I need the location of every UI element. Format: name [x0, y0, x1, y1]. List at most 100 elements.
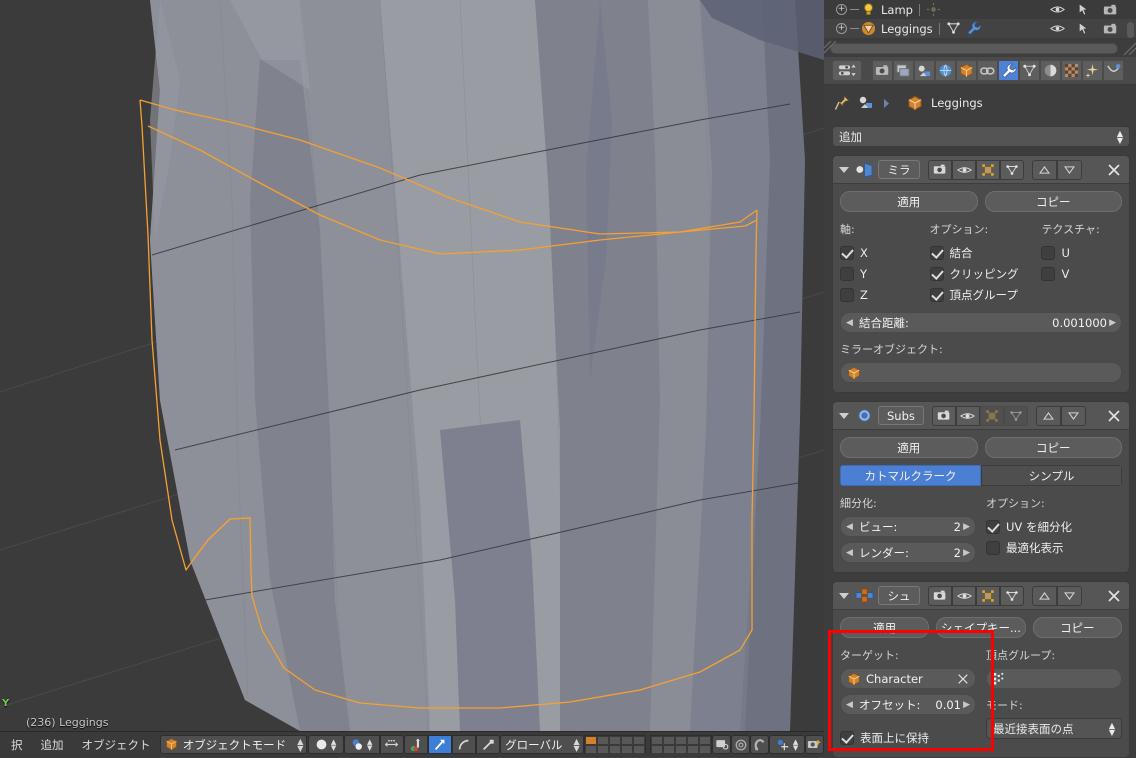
pivot-group[interactable]: ▲ ▼	[343, 735, 404, 754]
eye-visibility-icon[interactable]	[1050, 4, 1065, 15]
snap-target-group[interactable]: ▲ ▼	[769, 735, 806, 754]
clipping-checkbox[interactable]	[929, 266, 944, 281]
edit-mode-toggle[interactable]	[979, 405, 1004, 426]
move-up-button[interactable]	[1032, 585, 1057, 606]
modifier-display-toggles[interactable]	[928, 585, 1024, 606]
layer-cell[interactable]	[584, 745, 597, 754]
layer-cell[interactable]	[584, 736, 597, 745]
tab-material[interactable]	[1040, 60, 1061, 81]
proportional-edit-button[interactable]	[731, 735, 751, 754]
layer-cell[interactable]	[698, 736, 711, 745]
scene-icon[interactable]	[858, 95, 874, 111]
vertex-group-checkbox[interactable]	[929, 287, 944, 302]
tab-scene[interactable]	[914, 60, 935, 81]
texture-u-checkbox[interactable]	[1041, 245, 1056, 260]
menu-select[interactable]: 択	[2, 737, 32, 753]
layer-cell[interactable]	[620, 736, 633, 745]
axis-x-checkbox[interactable]	[840, 245, 854, 260]
catmull-clark-option[interactable]: カトマルクラーク	[840, 465, 981, 486]
tab-render[interactable]	[872, 60, 893, 81]
apply-button[interactable]: 適用	[840, 437, 978, 458]
modifier-name-field[interactable]: シュ	[878, 586, 920, 605]
collapse-triangle-icon[interactable]	[839, 166, 849, 173]
decrement-arrow-icon[interactable]: ◀	[846, 548, 853, 558]
wrench-modifier-icon[interactable]	[966, 21, 982, 36]
viewport-header-bar[interactable]: 択 追加 オブジェクト オブジェクトモード ▲ ▼ ▲ ▼ ▲ ▼ グローバル …	[0, 731, 825, 757]
shading-group[interactable]: ▲ ▼	[307, 735, 344, 754]
layer-cell[interactable]	[632, 736, 645, 745]
texture-v-checkbox[interactable]	[1041, 266, 1056, 281]
edit-mode-toggle[interactable]	[976, 585, 1000, 606]
axis-z-checkbox[interactable]	[840, 287, 854, 302]
mirror-object-field[interactable]	[840, 362, 1122, 383]
optimal-display-checkbox[interactable]	[986, 540, 1000, 555]
properties-tab-bar[interactable]	[824, 57, 1136, 85]
move-up-button[interactable]	[1035, 405, 1061, 426]
modifier-display-toggles[interactable]	[931, 405, 1028, 426]
scale-manipulator-button[interactable]	[451, 735, 476, 754]
clipping-row[interactable]: クリッピング	[929, 263, 1042, 284]
delete-modifier-button[interactable]	[1105, 161, 1123, 179]
viewport-toggle[interactable]	[952, 585, 976, 606]
cage-toggle[interactable]	[1000, 159, 1024, 180]
cage-toggle[interactable]	[1003, 405, 1028, 426]
mode-dropdown[interactable]: 最近接表面の点 ▲ ▼	[986, 718, 1122, 739]
expand-toggle-icon[interactable]: +	[836, 4, 847, 15]
modifier-name-field[interactable]: ミラ	[878, 160, 920, 179]
manipulator-toggle[interactable]	[379, 735, 404, 754]
layer-cell[interactable]	[674, 736, 687, 745]
move-down-button[interactable]	[1057, 159, 1082, 180]
tab-modifiers[interactable]	[998, 60, 1019, 81]
tab-world[interactable]	[935, 60, 956, 81]
simple-option[interactable]: シンプル	[981, 465, 1122, 486]
layer-cell[interactable]	[674, 745, 687, 754]
layer-cell[interactable]	[608, 736, 621, 745]
menu-add[interactable]: 追加	[32, 737, 73, 753]
modifier-header-mirror[interactable]: ミラ	[833, 156, 1129, 184]
pin-icon[interactable]	[834, 95, 850, 111]
layer-cell[interactable]	[596, 745, 609, 754]
increment-arrow-icon[interactable]: ▶	[963, 548, 970, 558]
merge-row[interactable]: 結合	[929, 242, 1042, 263]
modifier-header-shrinkwrap[interactable]: シュ	[833, 582, 1129, 610]
transform-manipulator-group[interactable]	[403, 735, 500, 754]
layer-cell[interactable]	[662, 736, 675, 745]
keep-above-surface-row[interactable]: 表面上に保持	[840, 727, 976, 748]
axis-z-row[interactable]: Z	[840, 284, 930, 305]
subdivide-uvs-checkbox[interactable]	[986, 519, 1000, 534]
layer-cell[interactable]	[596, 736, 609, 745]
eye-visibility-icon[interactable]	[1050, 23, 1065, 34]
modifier-display-toggles[interactable]	[928, 159, 1024, 180]
axis-y-checkbox[interactable]	[840, 266, 854, 281]
shading-dropdown[interactable]: ▲ ▼	[307, 735, 344, 754]
move-up-button[interactable]	[1032, 159, 1057, 180]
camera-render-icon[interactable]	[1103, 23, 1118, 35]
pivot-dropdown[interactable]: ▲ ▼	[343, 735, 380, 754]
layer-block-first[interactable]	[583, 735, 646, 754]
render-region-button[interactable]	[712, 735, 732, 754]
modifier-header-subsurf[interactable]: Subs	[833, 402, 1129, 430]
render-toggle[interactable]	[931, 405, 956, 426]
tab-texture[interactable]	[1061, 60, 1082, 81]
layer-cell[interactable]	[650, 736, 663, 745]
camera-render-icon[interactable]	[1103, 4, 1118, 16]
outliner-row-toggles[interactable]	[1050, 19, 1118, 38]
keep-above-surface-checkbox[interactable]	[840, 730, 854, 745]
outliner-vertical-scrollbar[interactable]	[1127, 22, 1134, 38]
decrement-arrow-icon[interactable]: ◀	[846, 700, 853, 710]
subdivision-algorithm-toggle[interactable]: カトマルクラーク シンプル	[840, 465, 1122, 486]
layer-cell[interactable]	[608, 745, 621, 754]
apply-button[interactable]: 適用	[840, 191, 978, 212]
collapse-triangle-icon[interactable]	[839, 412, 849, 419]
layer-cell[interactable]	[632, 745, 645, 754]
tab-render-layers[interactable]	[893, 60, 914, 81]
copy-button[interactable]: コピー	[984, 437, 1122, 458]
offset-field[interactable]: ◀ オフセット: 0.01 ▶	[840, 694, 976, 715]
move-down-button[interactable]	[1060, 405, 1086, 426]
render-toggle[interactable]	[928, 585, 952, 606]
move-down-button[interactable]	[1057, 585, 1082, 606]
add-modifier-dropdown[interactable]: 追加 ▲ ▼	[832, 126, 1130, 147]
render-toggle[interactable]	[928, 159, 952, 180]
apply-button[interactable]: 適用	[840, 617, 930, 638]
decrement-arrow-icon[interactable]: ◀	[846, 318, 853, 328]
